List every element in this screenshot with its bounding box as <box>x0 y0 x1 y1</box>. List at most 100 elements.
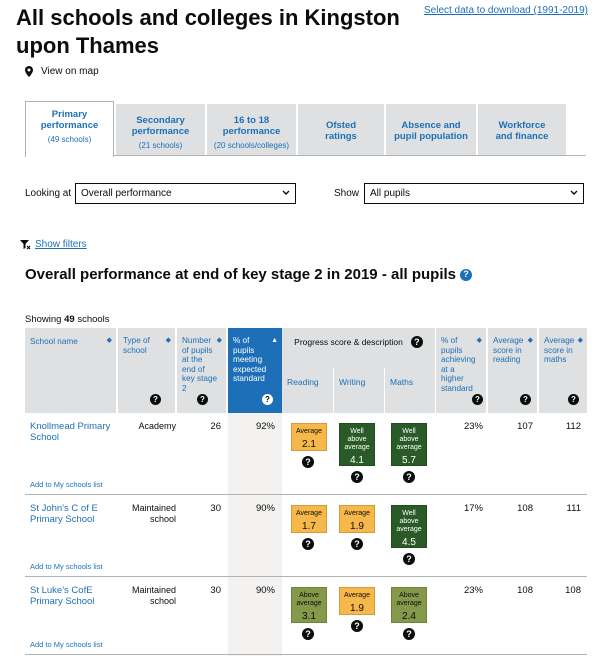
reading-score-badge: Average 1.7 <box>291 505 327 533</box>
table-row: St Luke's CofE Primary School Maintained… <box>25 577 587 655</box>
pct-higher: 23% <box>463 585 483 596</box>
header-writing[interactable]: Writing <box>333 368 384 413</box>
score-desc: Well above average <box>396 510 422 533</box>
tab-count: (20 schools/colleges) <box>213 141 290 150</box>
tab-label: 16 to 18 performance <box>222 115 281 137</box>
header-maths[interactable]: Maths <box>384 368 435 413</box>
maths-score-badge: Well above average 4.5 <box>391 505 427 548</box>
maths-score-badge: Above average 2.4 <box>391 587 427 623</box>
help-icon[interactable]: ? <box>410 336 423 348</box>
pct-expected: 90% <box>255 585 275 596</box>
avg-maths: 112 <box>565 421 581 432</box>
help-icon[interactable]: ? <box>403 553 415 565</box>
help-icon[interactable]: ? <box>262 394 273 405</box>
page-title: All schools and colleges in Kingston upo… <box>16 5 400 58</box>
map-pin-icon <box>25 66 33 77</box>
tab-bar: Primary performance (49 schools) Seconda… <box>25 101 586 157</box>
help-icon[interactable]: ? <box>302 538 314 550</box>
score-value: 1.9 <box>350 603 364 614</box>
help-icon[interactable]: ? <box>302 456 314 468</box>
download-data-link[interactable]: Select data to download (1991-2019) <box>424 5 588 16</box>
reading-score-badge: Above average 3.1 <box>291 587 327 623</box>
add-to-my-schools-link[interactable]: Add to My schools list <box>30 640 103 649</box>
help-icon[interactable]: ? <box>403 628 415 640</box>
school-name-link[interactable]: St Luke's CofE Primary School <box>30 585 115 607</box>
reading-score-badge: Average 2.1 <box>291 423 327 451</box>
looking-at-label: Looking at <box>25 188 72 199</box>
tab-16-to-18-performance[interactable]: 16 to 18 performance (20 schools/college… <box>207 104 296 155</box>
score-desc: Average <box>296 510 322 517</box>
score-value: 4.1 <box>350 455 364 466</box>
score-desc: Average <box>344 592 370 599</box>
school-name-link[interactable]: St John's C of E Primary School <box>30 503 115 525</box>
score-value: 5.7 <box>402 455 416 466</box>
help-icon[interactable]: ? <box>472 394 483 405</box>
progress-title: Progress score & description ? <box>282 336 435 348</box>
header-progress: Progress score & description ? Reading W… <box>282 328 435 413</box>
avg-reading: 107 <box>517 421 533 432</box>
showing-suffix: schools <box>77 314 110 325</box>
pupil-count: 30 <box>210 503 221 514</box>
pct-higher: 17% <box>463 503 483 514</box>
writing-score-badge: Average 1.9 <box>339 587 375 615</box>
score-desc: Average <box>296 428 322 435</box>
header-label: Progress score & description <box>294 337 403 347</box>
tab-workforce-and-finance[interactable]: Workforce and finance <box>478 104 566 155</box>
writing-score-badge: Average 1.9 <box>339 505 375 533</box>
score-value: 1.7 <box>302 521 316 532</box>
tab-label: Workforce and finance <box>495 120 549 142</box>
tab-label: Ofsted ratings <box>325 120 357 142</box>
view-on-map-link[interactable]: View on map <box>25 66 99 77</box>
header-pct-higher[interactable]: % of pupils achieving at a higher standa… <box>436 328 487 413</box>
score-value: 4.5 <box>402 537 416 548</box>
tab-ofsted-ratings[interactable]: Ofsted ratings <box>298 104 384 155</box>
avg-maths: 111 <box>566 503 581 514</box>
tab-label: Secondary performance <box>131 115 190 137</box>
add-to-my-schools-link[interactable]: Add to My schools list <box>30 480 103 489</box>
help-icon[interactable]: ? <box>460 268 472 281</box>
show-filters-label: Show filters <box>35 239 87 250</box>
add-to-my-schools-link[interactable]: Add to My schools list <box>30 562 103 571</box>
header-reading[interactable]: Reading <box>282 368 333 413</box>
score-desc: Above average <box>396 592 422 607</box>
help-icon[interactable]: ? <box>197 394 208 405</box>
header-label: Average score in reading <box>493 336 524 364</box>
tab-primary-performance[interactable]: Primary performance (49 schools) <box>25 101 114 157</box>
sort-icon: ◆ <box>216 337 222 344</box>
help-icon[interactable]: ? <box>403 471 415 483</box>
score-desc: Average <box>344 510 370 517</box>
help-icon[interactable]: ? <box>568 394 579 405</box>
header-number-of-pupils[interactable]: Number of pupils at the end of key stage… <box>177 328 227 413</box>
writing-score-badge: Well above average 4.1 <box>339 423 375 466</box>
help-icon[interactable]: ? <box>520 394 531 405</box>
header-label: Writing <box>339 377 366 387</box>
tab-label: Absence and pupil population <box>394 120 468 142</box>
sort-icon: ◆ <box>106 337 112 344</box>
sort-icon: ◆ <box>527 337 533 344</box>
show-select[interactable]: All pupils <box>364 183 584 204</box>
help-icon[interactable]: ? <box>351 620 363 632</box>
header-avg-reading[interactable]: Average score in reading ◆ ? <box>488 328 538 413</box>
header-label: Reading <box>287 377 319 387</box>
help-icon[interactable]: ? <box>351 538 363 550</box>
school-name-link[interactable]: Knollmead Primary School <box>30 421 115 443</box>
school-type: Maintained school <box>131 503 176 524</box>
tab-count: (49 schools) <box>47 135 92 144</box>
tab-absence-and-pupil-population[interactable]: Absence and pupil population <box>386 104 476 155</box>
header-pct-expected[interactable]: % of pupils meeting expected standard ▲ … <box>228 328 282 413</box>
sort-ascending-icon: ▲ <box>271 337 278 344</box>
help-icon[interactable]: ? <box>351 471 363 483</box>
show-filters-link[interactable]: Show filters <box>20 239 87 250</box>
header-type[interactable]: Type of school ◆ ? <box>118 328 176 413</box>
looking-at-select[interactable]: Overall performance <box>75 183 296 204</box>
table-row: Knollmead Primary School Academy 26 92% … <box>25 413 587 495</box>
help-icon[interactable]: ? <box>302 628 314 640</box>
header-label: Average score in maths <box>544 336 575 364</box>
header-label: % of pupils achieving at a higher standa… <box>441 336 476 393</box>
help-icon[interactable]: ? <box>150 394 161 405</box>
score-value: 3.1 <box>302 611 316 622</box>
tab-secondary-performance[interactable]: Secondary performance (21 schools) <box>116 104 205 155</box>
header-school-name[interactable]: School name ◆ <box>25 328 117 413</box>
header-avg-maths[interactable]: Average score in maths ◆ ? <box>539 328 587 413</box>
header-label: % of pupils meeting expected standard <box>233 336 267 383</box>
